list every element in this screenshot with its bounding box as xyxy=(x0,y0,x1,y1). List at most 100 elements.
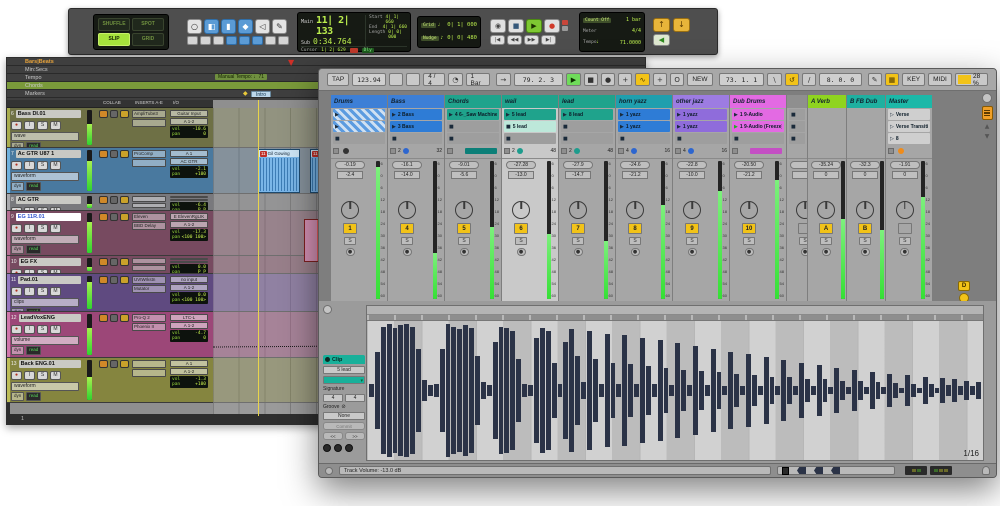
clip-slot-1[interactable]: ■ xyxy=(789,109,805,120)
track-view-selector[interactable]: wave xyxy=(11,132,79,141)
reenable-automation-button[interactable]: + xyxy=(653,73,667,86)
audio-clip[interactable]: 11 Gil Gowing xyxy=(258,149,300,193)
track-input-button[interactable]: I xyxy=(24,207,35,211)
pan-value[interactable]: P P xyxy=(198,270,206,273)
insert-slot-a[interactable]: Eleven xyxy=(132,213,166,221)
track-header[interactable]: lead xyxy=(559,95,615,108)
clip-slot-1[interactable]: ▶ 1 yazz xyxy=(675,109,727,120)
pan-value[interactable]: 0 xyxy=(203,132,206,137)
tempo-up-button[interactable]: ↑ xyxy=(653,18,670,32)
pan-knob[interactable] xyxy=(683,201,701,219)
volume-field[interactable]: -14.7 xyxy=(565,171,591,179)
track-solo-button[interactable]: S xyxy=(37,371,48,380)
device-strip[interactable] xyxy=(582,148,606,154)
clip-launch-icon[interactable]: ■ xyxy=(506,124,511,130)
chord-symbols[interactable]: E9Cm9E9Cm9 xyxy=(253,82,321,89)
volume-field[interactable]: -21.2 xyxy=(736,171,762,179)
clip-slot-3[interactable]: ■ xyxy=(333,133,385,144)
collab-share-icon[interactable] xyxy=(120,150,129,158)
tap-tempo-button[interactable]: TAP xyxy=(327,73,349,86)
track-header[interactable]: Master xyxy=(886,95,932,108)
clip-launch-icon[interactable]: ■ xyxy=(563,124,568,130)
track-name[interactable]: Pad.01 xyxy=(18,276,81,284)
track-view-selector[interactable]: waveform xyxy=(11,382,79,391)
record-button[interactable]: ● xyxy=(601,73,615,86)
insert-slot-b[interactable] xyxy=(132,369,166,377)
track-header[interactable]: horn yazz xyxy=(616,95,672,108)
clip-launch-icon[interactable]: ▶ xyxy=(449,112,453,118)
io-input[interactable]: A 1 xyxy=(170,150,208,157)
pan-value[interactable]: +100 xyxy=(195,172,206,177)
fast-forward-button[interactable]: ▶▶ xyxy=(524,35,539,45)
clip-stop-button[interactable] xyxy=(675,148,681,154)
track-mute-button[interactable]: M xyxy=(50,325,61,334)
meter-value[interactable]: 4/4 xyxy=(632,28,641,34)
collab-share-icon[interactable] xyxy=(120,196,129,204)
clip-slot-3[interactable]: ■ xyxy=(390,133,442,144)
track-activator[interactable]: B xyxy=(858,223,872,234)
track-dyn-selector[interactable]: dyn xyxy=(11,245,24,254)
pan-knob[interactable] xyxy=(626,201,644,219)
track-header[interactable]: other jazz xyxy=(673,95,729,108)
output-channel[interactable]: 48 xyxy=(550,148,556,154)
clip-slot-1[interactable]: ▶ 8 lead xyxy=(561,109,613,120)
loop-start-field[interactable]: 73. 1. 1 xyxy=(719,73,765,86)
input-channel[interactable]: 4 xyxy=(683,148,686,154)
track-view-selector[interactable]: waveform xyxy=(11,235,79,244)
clip-launch-icon[interactable]: ▶ xyxy=(734,112,738,118)
clip-launch-icon[interactable]: ▶ xyxy=(620,112,624,118)
clip-color-chooser[interactable] xyxy=(323,376,365,384)
pan-value[interactable]: 0 xyxy=(203,336,206,341)
insert-slot-b[interactable]: Phoenix II xyxy=(132,323,166,331)
insert-slot-a[interactable] xyxy=(132,196,166,202)
volume-field[interactable]: -5.6 xyxy=(451,171,477,179)
solo-button[interactable]: S xyxy=(629,237,641,245)
collab-share-icon[interactable] xyxy=(120,314,129,322)
zoom-preset-5[interactable] xyxy=(278,36,289,45)
insert-slot-b[interactable] xyxy=(132,159,166,167)
clip-slot-1[interactable]: ▶ 4 6-_Saw Machine (F xyxy=(447,109,499,120)
collab-sync-icon[interactable] xyxy=(110,110,119,118)
grid-label[interactable]: Grid xyxy=(421,23,436,28)
arm-button[interactable]: ● xyxy=(460,248,469,256)
input-channel[interactable]: 2 xyxy=(569,148,572,154)
playback-marker-icon[interactable]: ▼ xyxy=(288,59,294,66)
insert-slot-b[interactable]: BBD Delay xyxy=(132,222,166,230)
tempo-down-button[interactable]: ↓ xyxy=(673,18,690,32)
clip-launch-icon[interactable]: ▶ xyxy=(620,124,624,130)
clip-slot-3[interactable]: ■ xyxy=(789,133,805,144)
stop-button[interactable]: ■ xyxy=(508,19,524,33)
output-channel[interactable]: 16 xyxy=(664,148,670,154)
pan-value[interactable]: P P xyxy=(198,208,206,210)
volume-field[interactable]: -10.0 xyxy=(679,171,705,179)
input-channel[interactable]: 2 xyxy=(398,148,401,154)
clip-stop-button[interactable] xyxy=(390,148,396,154)
notification-icon[interactable] xyxy=(982,466,990,475)
track-mute-button[interactable]: M xyxy=(50,207,61,211)
tempo-value[interactable]: 71.0000 xyxy=(620,40,641,46)
peak-level-display[interactable]: -9.01 xyxy=(449,161,479,169)
clip-slot-3[interactable]: ■ xyxy=(561,133,613,144)
crossfader-strip[interactable] xyxy=(777,466,895,475)
io-input[interactable]: LTC-L xyxy=(170,314,208,321)
collab-user-icon[interactable] xyxy=(99,110,108,118)
device-strip[interactable] xyxy=(639,148,663,154)
go-to-end-button[interactable]: ▶| xyxy=(541,35,556,45)
peak-level-display[interactable]: -16.1 xyxy=(392,161,422,169)
insert-slot-a[interactable]: ProComp xyxy=(132,150,166,158)
insert-slot-a[interactable]: UVIWrkstn xyxy=(132,276,166,284)
count-off-label[interactable]: Count Off xyxy=(583,18,611,23)
clip-stop-icon[interactable]: ▷ xyxy=(890,136,894,142)
collab-share-icon[interactable] xyxy=(120,360,129,368)
clip-slot-2[interactable]: ▶ 1 yazz xyxy=(618,121,670,132)
solo-button[interactable]: S xyxy=(820,237,832,245)
track-name[interactable]: EG FX xyxy=(19,258,81,266)
track-automation-mode[interactable]: read xyxy=(26,346,41,355)
track-input-button[interactable]: I xyxy=(24,325,35,334)
pan-knob[interactable] xyxy=(856,201,874,219)
track-mute-button[interactable]: M xyxy=(50,269,61,274)
insert-slot-b[interactable]: Mutator xyxy=(132,285,166,293)
time-signature-field[interactable]: 4 / 4 xyxy=(423,73,445,86)
clip-stop-button[interactable] xyxy=(504,148,510,154)
start-value[interactable]: 4| 1| 660 xyxy=(386,15,407,25)
